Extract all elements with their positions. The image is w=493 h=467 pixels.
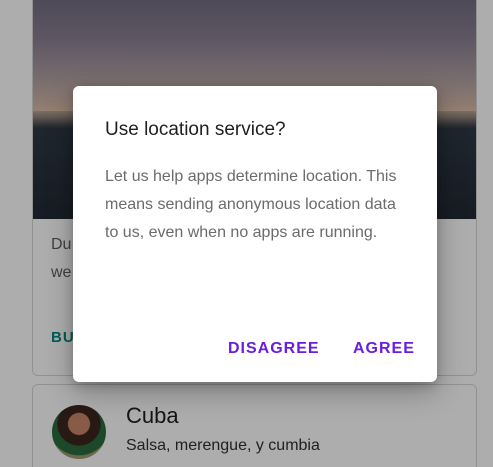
screen: Du we BU Cuba Salsa, merengue, y cumbia … — [0, 0, 493, 467]
location-dialog: Use location service? Let us help apps d… — [73, 86, 437, 382]
dialog-body: Let us help apps determine location. Thi… — [105, 168, 397, 241]
agree-button[interactable]: AGREE — [353, 340, 415, 358]
dialog-title: Use location service? — [105, 119, 286, 140]
disagree-button[interactable]: DISAGREE — [228, 340, 320, 358]
